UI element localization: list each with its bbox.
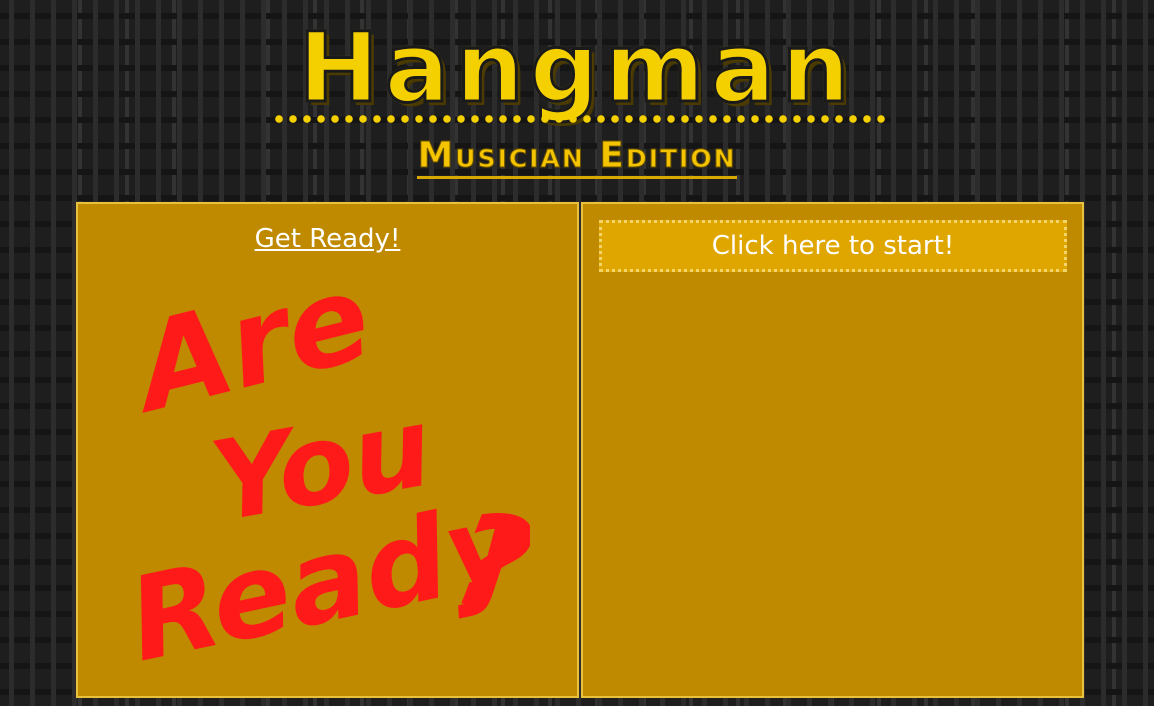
left-panel: Get Ready! Are You Ready ? — [76, 202, 579, 698]
game-subtitle: Musician Edition — [0, 134, 1154, 179]
get-ready-link[interactable]: Get Ready! — [78, 224, 577, 254]
subtitle-text: Musician Edition — [417, 135, 737, 179]
game-title: Hangman — [297, 12, 856, 124]
title-dotted-underline — [272, 114, 886, 124]
start-button[interactable]: Click here to start! — [599, 220, 1067, 272]
are-you-ready-art: Are You Ready ? — [130, 296, 530, 686]
right-panel: Click here to start! — [581, 202, 1084, 698]
